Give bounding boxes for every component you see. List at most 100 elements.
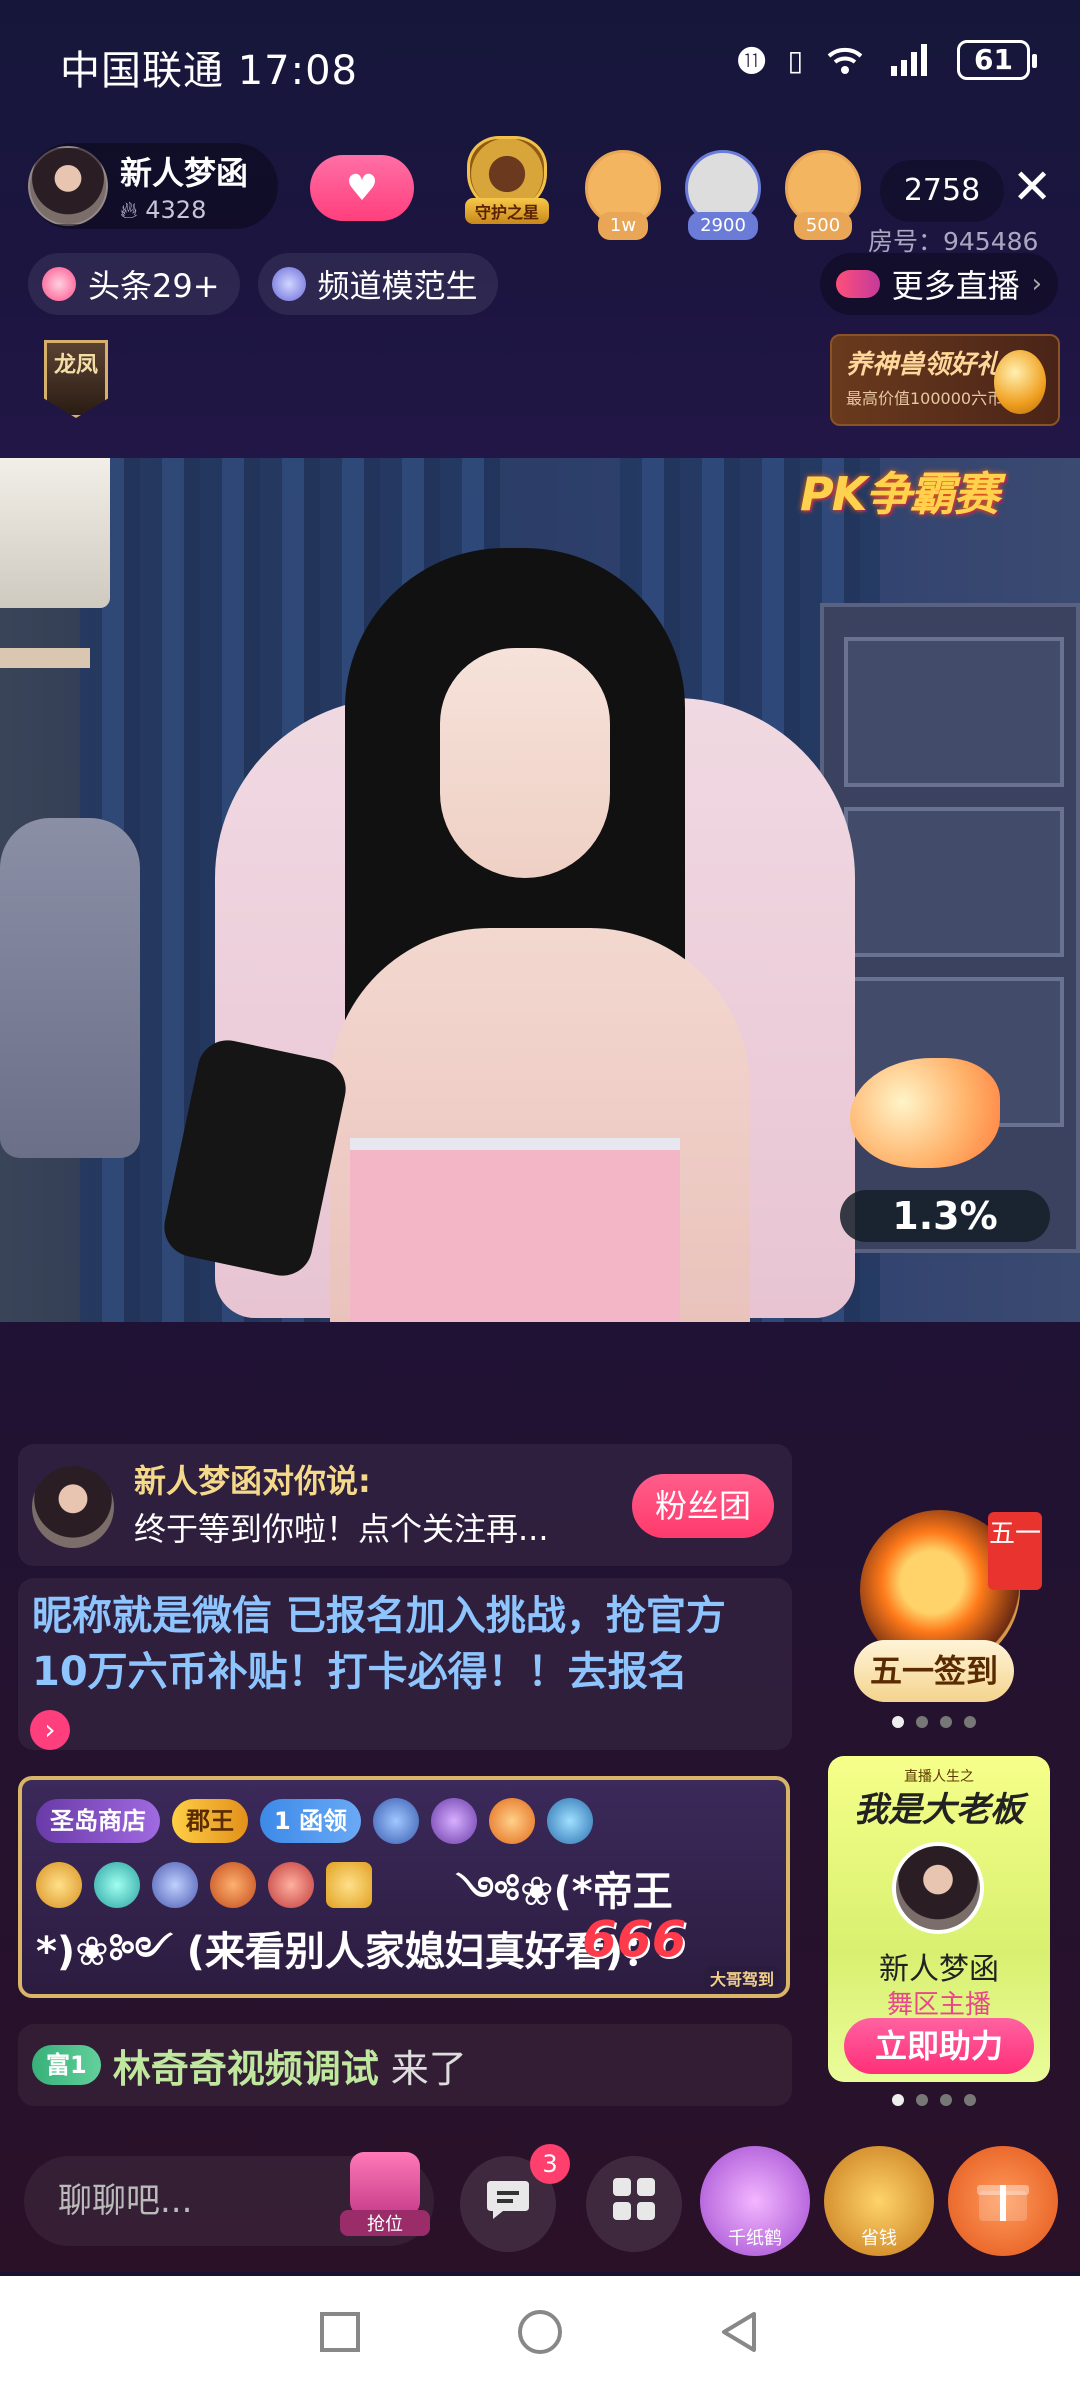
recents-icon[interactable] [315, 2307, 365, 2357]
save-money-button[interactable]: 省钱 [824, 2146, 934, 2256]
streamer-dress [350, 1138, 680, 1322]
boss-card-title: 我是大老板 [854, 1790, 1024, 1830]
support-now-button[interactable]: 立即助力 [844, 2018, 1034, 2074]
streamer-avatar[interactable] [28, 146, 108, 226]
page-dot [916, 2094, 928, 2106]
viewer-rank-3[interactable]: 500 [782, 150, 864, 240]
boss-zone-label: 舞区主播 [886, 1990, 991, 2020]
headline-label: 头条29+ [88, 267, 220, 305]
viewer-contribution: 1w [597, 212, 649, 240]
nfc-icon: ⓫ [737, 45, 766, 78]
shelf [0, 648, 90, 668]
ribbon-icon [271, 267, 306, 301]
streamer-face [440, 648, 610, 878]
emote-666: 666 [582, 1910, 687, 1968]
drawer [844, 637, 1064, 787]
signal-4g-icon [887, 40, 935, 80]
page-dots [892, 1716, 976, 1728]
lamp [0, 458, 110, 608]
han-label: 函领 [299, 1807, 348, 1835]
page-dot [964, 2094, 976, 2106]
gift-box-icon [975, 2173, 1031, 2230]
rich-level-badge: 富1 [32, 2045, 101, 2085]
level-badge: 1 函领 [260, 1799, 362, 1843]
user-join-message[interactable]: 富1 林奇奇视频调试 来了 [18, 2024, 792, 2106]
live-icon [835, 270, 880, 298]
notice-message[interactable]: 昵称就是微信 已报名加入挑战，抢官方10万六币补贴！打卡必得！！去报名 › [18, 1578, 792, 1750]
may-day-flag: 五一 [988, 1512, 1042, 1590]
online-count[interactable]: 2758 [880, 160, 1004, 222]
live-video[interactable]: PK争霸赛 1.3% [0, 458, 1080, 1322]
streamer-message-card[interactable]: 新人梦函对你说: 终于等到你啦！点个关注再... 粉丝团 [18, 1444, 792, 1566]
battery-indicator: 61 [957, 40, 1037, 80]
boss-support-card[interactable]: 直播人生之 我是大老板 新人梦函 舞区主播 立即助力 [828, 1756, 1050, 2082]
streamer-heat: 🔥︎ 4328 [120, 196, 248, 224]
shop-badge: 圣岛商店 [36, 1799, 160, 1843]
status-icons: ⓫ ▯ 61 [737, 40, 1037, 80]
crane-label: 千纸鹤 [728, 2228, 782, 2249]
headline-pill[interactable]: 头条29+ [28, 253, 240, 315]
more-live-label: 更多直播 [891, 267, 1020, 305]
streamer-name: 新人梦函 [120, 154, 249, 192]
golden-egg-icon [994, 350, 1046, 414]
throne-icon [350, 2152, 420, 2216]
rank-icon [489, 1798, 536, 1844]
heart-plus-icon: ♥ [345, 167, 379, 209]
bottom-bar: 聊聊吧... 抢位 3 千纸鹤 省钱 [0, 2126, 1080, 2276]
join-username[interactable]: 林奇奇视频调试 [113, 2038, 379, 2093]
guard-label: 守护之星 [464, 198, 549, 224]
gift-button[interactable] [948, 2146, 1058, 2256]
vip-tag: 大哥驾到 [703, 1966, 780, 1990]
message-count-badge: 3 [530, 2144, 570, 2184]
status-carrier-time: 中国联通 17:08 [60, 48, 358, 94]
arrow-right-icon[interactable]: › [30, 1710, 70, 1750]
header-pills: 头条29+ 频道模范生 [28, 253, 498, 315]
follow-heart-button[interactable]: ♥ [310, 155, 414, 221]
page-dots [892, 2094, 976, 2106]
viewer-contribution: 2900 [688, 212, 758, 240]
more-live-button[interactable]: 更多直播 › [819, 253, 1058, 315]
level-number: 1 [274, 1807, 291, 1835]
fan-club-button[interactable]: 粉丝团 [632, 1474, 774, 1538]
wifi-icon [825, 40, 865, 80]
viewer-rank-1[interactable]: 1w [582, 150, 664, 240]
may-day-signin-widget[interactable]: 五一 五一签到 [850, 1510, 1042, 1710]
gift-banner[interactable]: 养神兽领好礼 最高价值100000六币 [830, 334, 1060, 426]
drawer [844, 807, 1064, 957]
close-icon[interactable]: ✕ [1012, 162, 1052, 212]
vip-chat-message[interactable]: 圣岛商店 郡王 1 函领 ༺❀(*帝王*)❀༻ (来看别人家媳妇真好看)： 66… [18, 1776, 790, 1998]
viewer-rank-2[interactable]: 2900 [682, 150, 764, 240]
streamer-avatar [892, 1842, 984, 1934]
flame-icon: 🔥︎ [120, 196, 138, 224]
toy-figure [0, 818, 140, 1158]
vip-badges: 圣岛商店 郡王 1 函领 [36, 1798, 594, 1844]
grid-icon [611, 2176, 657, 2233]
paper-crane-button[interactable]: 千纸鹤 [700, 2146, 810, 2256]
streamer-profile[interactable]: 新人梦函 🔥︎ 4328 [28, 143, 278, 229]
channel-pill[interactable]: 频道模范生 [257, 253, 498, 315]
page-dot [940, 2094, 952, 2106]
apps-button[interactable] [586, 2156, 682, 2252]
viewer-contribution: 500 [793, 212, 853, 240]
channel-label: 频道模范生 [317, 267, 478, 305]
save-label: 省钱 [861, 2228, 897, 2249]
system-nav-bar [0, 2276, 1080, 2388]
page-dot-active [892, 1716, 904, 1728]
heat-value: 4328 [145, 196, 207, 224]
page-dot [964, 1716, 976, 1728]
back-icon[interactable] [715, 2307, 765, 2357]
chat-bubble-icon [485, 2177, 531, 2232]
grab-seat-button[interactable]: 抢位 [340, 2152, 430, 2248]
boss-streamer-name: 新人梦函 [879, 1952, 999, 1987]
wings-icon [431, 1798, 478, 1844]
pk-logo[interactable]: PK争霸赛 [800, 458, 1000, 521]
join-suffix: 来了 [390, 2046, 467, 2091]
signin-label: 五一签到 [854, 1640, 1014, 1702]
medal-icon [373, 1798, 420, 1844]
vibrate-icon: ▯ [787, 43, 804, 77]
home-icon[interactable] [515, 2307, 565, 2357]
progress-percent: 1.3% [840, 1190, 1050, 1242]
page-dot [940, 1716, 952, 1728]
vip-message: ༺❀(*帝王*)❀༻ (来看别人家媳妇真好看) [36, 1869, 673, 1975]
guard-star-badge[interactable]: 守护之星 [455, 136, 559, 236]
